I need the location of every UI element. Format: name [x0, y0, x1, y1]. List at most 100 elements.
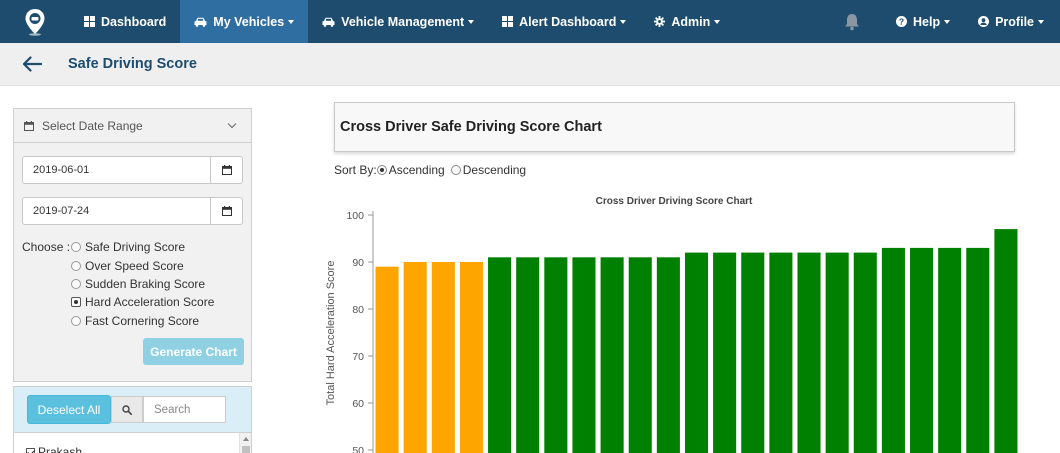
- chart-bar[interactable]: [769, 252, 793, 453]
- radio-button-checked[interactable]: [71, 297, 81, 307]
- chart-bar[interactable]: [375, 266, 399, 453]
- option-sudden-braking[interactable]: Sudden Braking Score: [71, 277, 205, 291]
- chart-bar[interactable]: [966, 247, 990, 453]
- start-date-calendar-button[interactable]: [210, 156, 243, 184]
- sort-descending[interactable]: Descending: [450, 163, 527, 177]
- nav-dashboard-label: Dashboard: [101, 14, 167, 29]
- radio-button[interactable]: [71, 279, 81, 289]
- nav-admin[interactable]: Admin: [640, 0, 734, 43]
- end-date-input[interactable]: [22, 197, 210, 225]
- option-hard-acceleration[interactable]: Hard Acceleration Score: [71, 295, 214, 309]
- page-title: Safe Driving Score: [68, 56, 197, 72]
- caret-down-icon: [714, 19, 721, 24]
- radio-button[interactable]: [71, 261, 81, 271]
- chart-bar[interactable]: [572, 257, 596, 453]
- nav-profile-label: Profile: [995, 14, 1034, 29]
- y-tick-label: 50: [352, 445, 364, 453]
- svg-text:?: ?: [899, 17, 904, 27]
- nav-help[interactable]: ? Help: [882, 0, 964, 43]
- checkbox-checked[interactable]: [26, 447, 35, 453]
- chart-bar[interactable]: [797, 252, 821, 453]
- dashboard-icon: [502, 16, 514, 27]
- driver-list: Prakash: [14, 432, 251, 453]
- app-logo[interactable]: [0, 0, 70, 43]
- option-fast-cornering[interactable]: Fast Cornering Score: [71, 314, 199, 328]
- driver-search-input[interactable]: [143, 396, 226, 423]
- gear-icon: [654, 16, 666, 27]
- y-tick-label: 100: [346, 210, 364, 222]
- nav-profile[interactable]: Profile: [964, 0, 1060, 43]
- chart-bar[interactable]: [431, 262, 455, 453]
- caret-down-icon: [288, 19, 295, 24]
- chart-bar[interactable]: [713, 252, 737, 453]
- chart-bar[interactable]: [544, 257, 568, 453]
- chart-bars: [375, 229, 1018, 453]
- start-date-input[interactable]: [22, 156, 210, 184]
- nav-alert-dashboard[interactable]: Alert Dashboard: [488, 0, 640, 43]
- chart-bar[interactable]: [684, 252, 709, 453]
- chart-bar[interactable]: [600, 257, 624, 453]
- sort-label: Sort By:: [334, 163, 377, 177]
- chart-bar[interactable]: [459, 262, 483, 453]
- chart-bar[interactable]: [994, 229, 1018, 453]
- calendar-icon: [221, 206, 232, 216]
- chart-bar[interactable]: [656, 257, 680, 453]
- chart-header-title: Cross Driver Safe Driving Score Chart: [340, 119, 602, 135]
- search-button[interactable]: [111, 396, 143, 423]
- option-label: Over Speed Score: [85, 259, 184, 273]
- question-circle-icon: ?: [896, 16, 907, 27]
- start-date-group: [22, 156, 243, 184]
- sort-ascending-label: Ascending: [388, 163, 445, 177]
- chart-y-axis-label: Total Hard Acceleration Score: [325, 261, 337, 406]
- chart-bar[interactable]: [516, 257, 540, 453]
- filter-panel: Select Date Range Choose : Safe Driving …: [13, 108, 252, 382]
- calendar-icon: [221, 165, 232, 175]
- end-date-calendar-button[interactable]: [210, 197, 243, 225]
- driver-list-panel: Deselect All Prakash: [13, 386, 252, 453]
- y-tick-label: 90: [352, 257, 364, 269]
- search-icon: [122, 404, 132, 415]
- chart-bar[interactable]: [628, 257, 652, 453]
- page-header: Safe Driving Score: [0, 43, 1060, 86]
- sort-ascending[interactable]: Ascending: [376, 163, 445, 177]
- chart-bar[interactable]: [741, 252, 765, 453]
- radio-button[interactable]: [71, 242, 81, 252]
- car-icon: [194, 17, 207, 27]
- chart-bar[interactable]: [825, 252, 849, 453]
- radio-button[interactable]: [450, 165, 461, 175]
- end-date-group: [22, 197, 243, 225]
- notifications-button[interactable]: [822, 0, 882, 43]
- option-safe-driving[interactable]: Safe Driving Score: [71, 240, 185, 254]
- chart-bar[interactable]: [938, 247, 962, 453]
- chart-bar[interactable]: [403, 262, 427, 453]
- radio-button-checked[interactable]: [376, 165, 387, 175]
- chart-bar[interactable]: [881, 247, 905, 453]
- date-range-toggle[interactable]: Select Date Range: [14, 109, 251, 143]
- nav-vehicle-management[interactable]: Vehicle Management: [308, 0, 488, 43]
- sort-descending-label: Descending: [462, 163, 527, 177]
- back-button[interactable]: [22, 56, 52, 72]
- chart-bar[interactable]: [853, 252, 877, 453]
- nav-alert-dashboard-label: Alert Dashboard: [519, 14, 617, 29]
- nav-dashboard[interactable]: Dashboard: [70, 0, 180, 43]
- bell-icon: [845, 13, 859, 30]
- scroll-thumb[interactable]: [242, 446, 250, 453]
- y-tick-label: 60: [352, 398, 364, 410]
- caret-down-icon: [944, 19, 951, 24]
- scroll-up-arrow-icon[interactable]: [243, 437, 249, 441]
- calendar-icon: [24, 120, 34, 131]
- list-item[interactable]: Prakash: [26, 445, 82, 453]
- chart-bar[interactable]: [910, 247, 934, 453]
- chart-bar[interactable]: [488, 257, 512, 453]
- car-icon: [322, 17, 335, 27]
- driver-name: Prakash: [38, 445, 83, 453]
- deselect-all-button[interactable]: Deselect All: [27, 395, 111, 424]
- generate-chart-button[interactable]: Generate Chart: [143, 338, 244, 365]
- option-over-speed[interactable]: Over Speed Score: [71, 259, 184, 273]
- top-navbar: Dashboard My Vehicles Vehicle Management…: [0, 0, 1060, 43]
- nav-my-vehicles[interactable]: My Vehicles: [180, 0, 309, 43]
- list-scrollbar[interactable]: [239, 433, 251, 453]
- y-tick-label: 80: [352, 304, 364, 316]
- radio-button[interactable]: [71, 316, 81, 326]
- option-label: Safe Driving Score: [85, 240, 186, 254]
